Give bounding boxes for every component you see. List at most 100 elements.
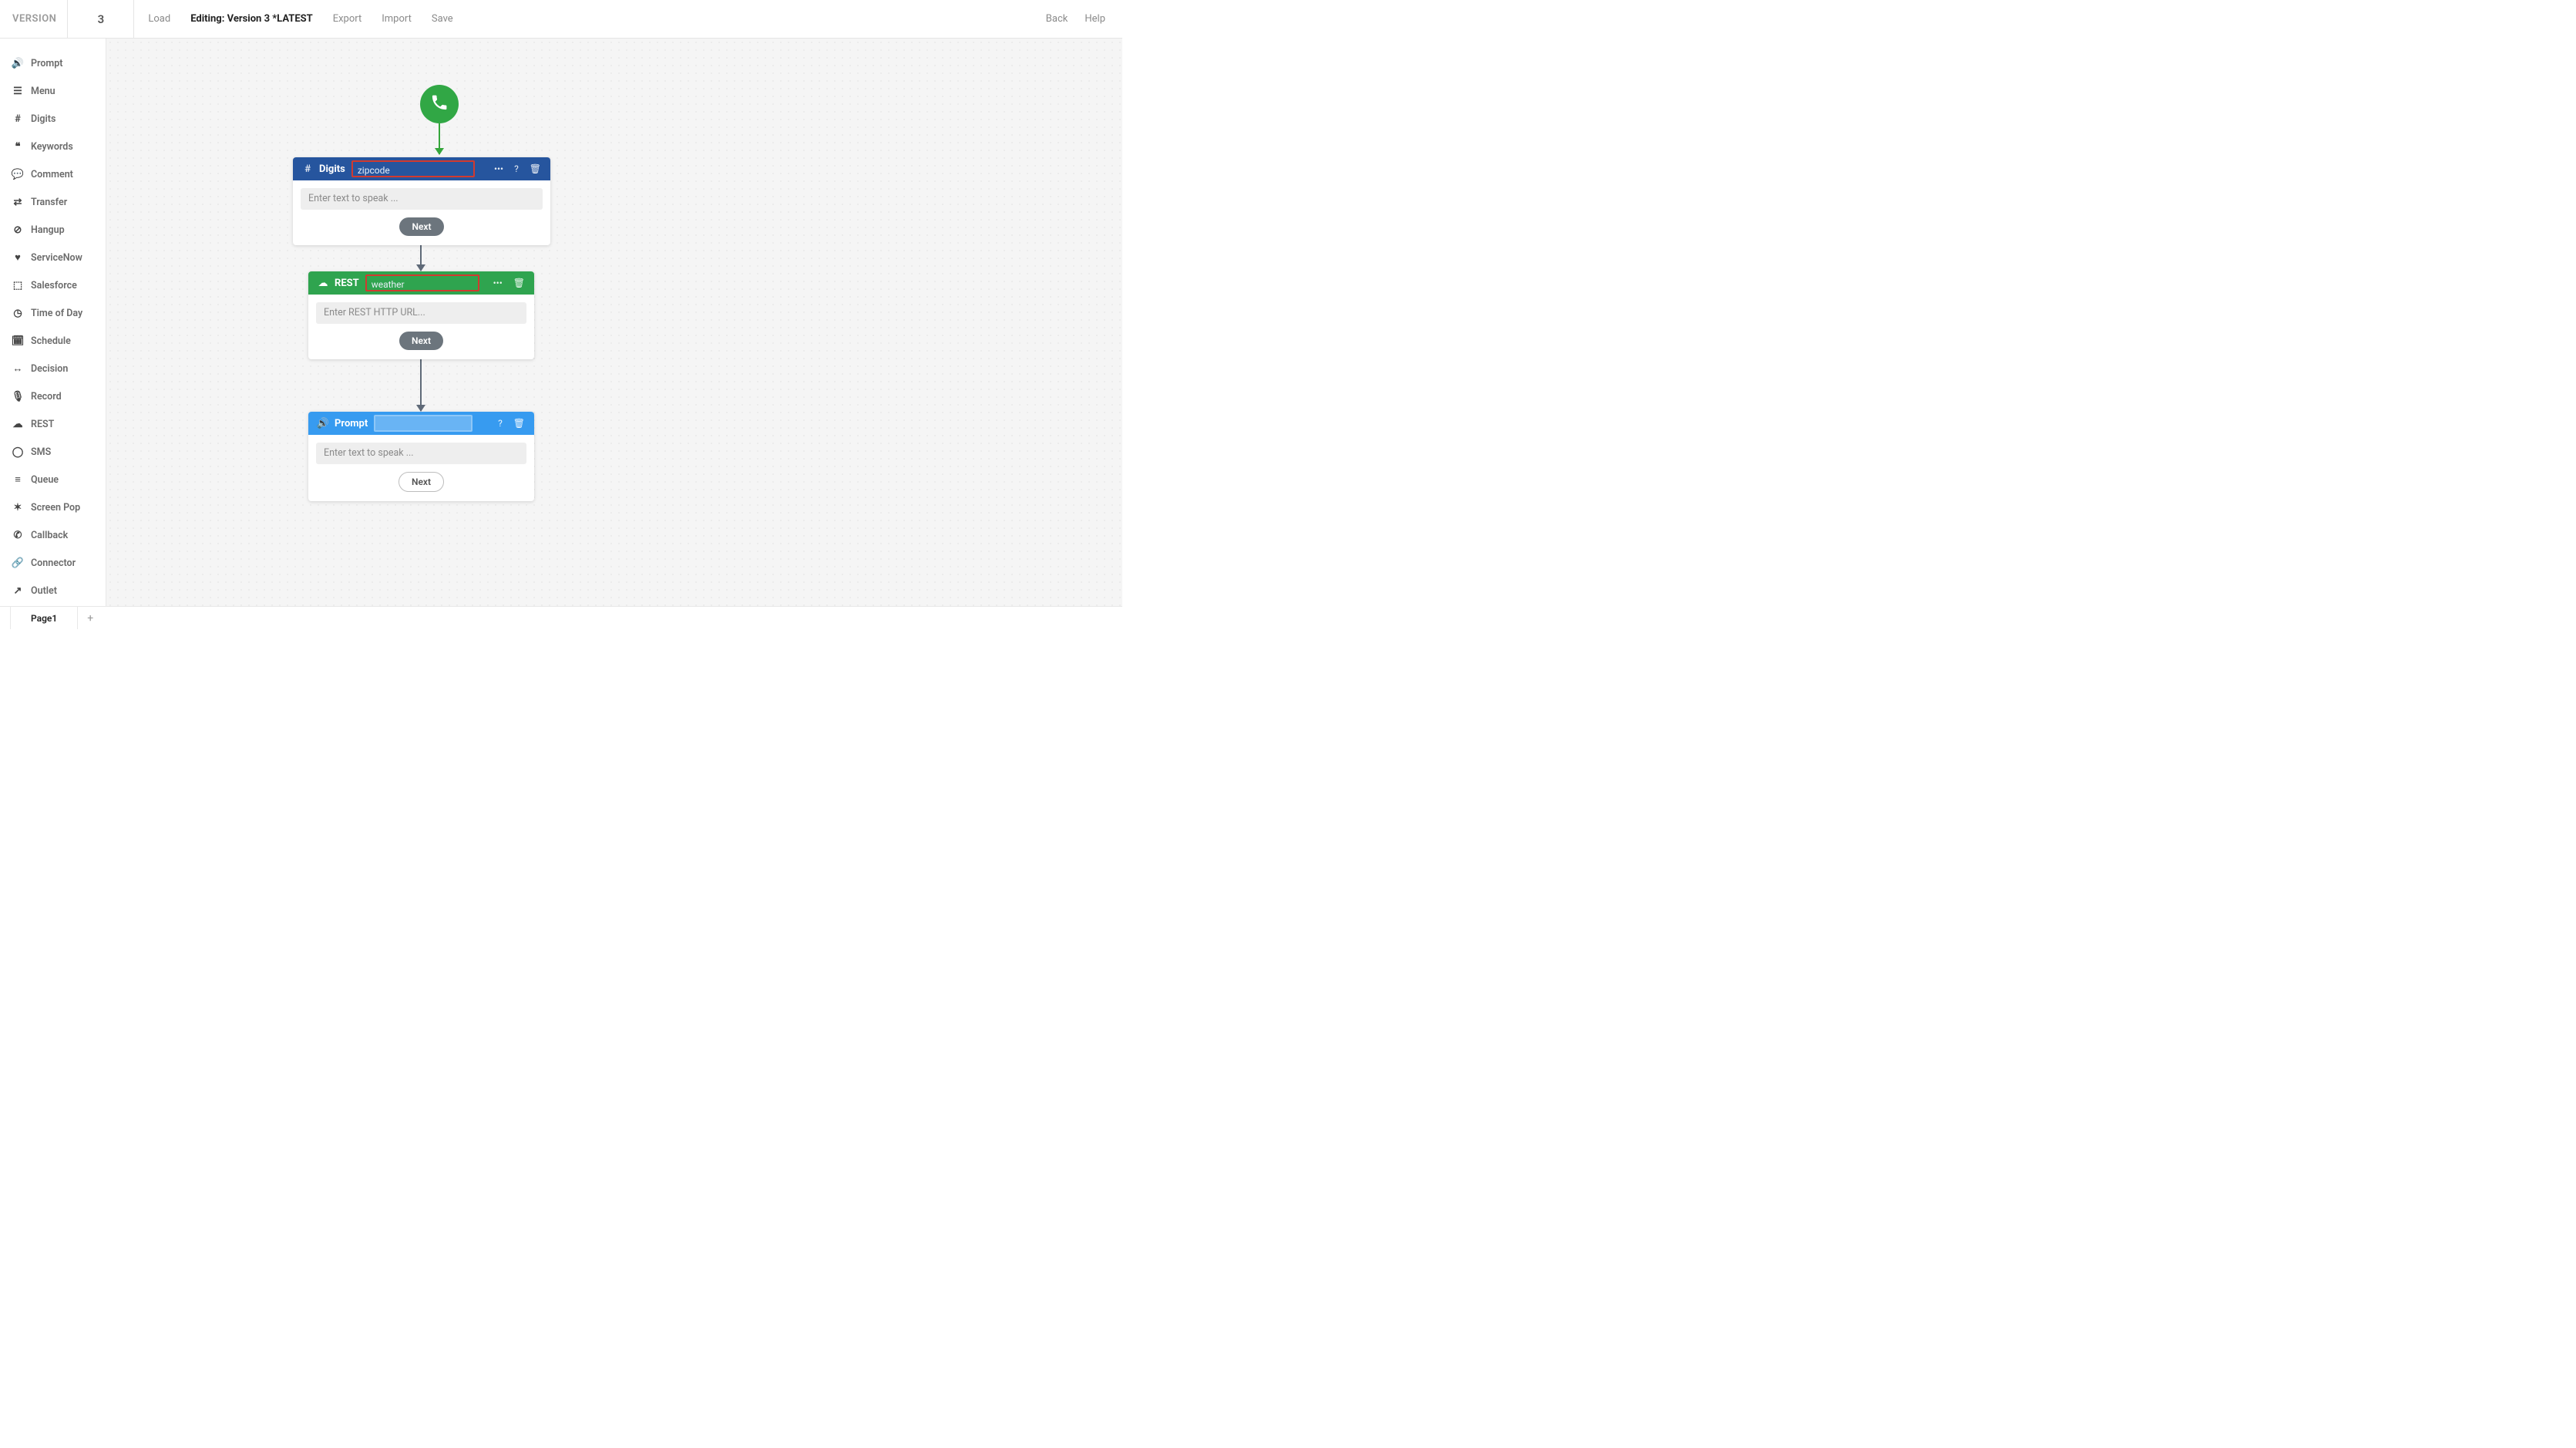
palette-item-digits[interactable]: # Digits (0, 105, 106, 133)
flow-canvas[interactable]: # Digits zipcode ••• ? 🗑 Enter text to s… (106, 39, 1122, 606)
digits-icon: # (11, 113, 25, 125)
palette-item-menu[interactable]: ☰ Menu (0, 77, 106, 105)
node-prompt-name-input[interactable] (374, 415, 472, 432)
node-digits-header[interactable]: # Digits zipcode ••• ? 🗑 (293, 157, 550, 180)
palette-item-screen-pop[interactable]: ✶ Screen Pop (0, 493, 106, 521)
screen-pop-icon: ✶ (11, 502, 25, 514)
node-digits-body: Enter text to speak ... Next (293, 180, 550, 245)
palette-item-schedule[interactable]: 🗓 Schedule (0, 327, 106, 355)
more-icon[interactable]: ••• (493, 278, 503, 288)
trash-icon[interactable]: 🗑 (513, 278, 525, 288)
palette-item-comment[interactable]: 💬 Comment (0, 160, 106, 188)
node-digits-actions: ••• ? 🗑 (494, 163, 550, 174)
palette-item-label: Decision (31, 363, 68, 375)
palette-item-salesforce[interactable]: ⬚Salesforce (0, 271, 106, 299)
palette-item-label: Connector (31, 557, 76, 569)
node-prompt[interactable]: 🔊 Prompt ? 🗑 Enter text to speak ... Nex… (308, 412, 534, 501)
help-button[interactable]: Help (1085, 13, 1105, 25)
node-prompt-header[interactable]: 🔊 Prompt ? 🗑 (308, 412, 534, 435)
version-number[interactable]: 3 (67, 0, 133, 38)
trash-icon[interactable]: 🗑 (513, 418, 525, 429)
back-button[interactable]: Back (1046, 13, 1068, 25)
palette-item-servicenow[interactable]: ♥ServiceNow (0, 244, 106, 271)
editing-label: Editing: Version 3 *LATEST (190, 13, 313, 25)
transfer-icon: ⇄ (11, 197, 25, 208)
node-rest-header[interactable]: ☁ REST weather ••• 🗑 (308, 271, 534, 295)
version-label: VERSION (12, 13, 67, 25)
palette-item-hangup[interactable]: ⊘Hangup (0, 216, 106, 244)
add-page-button[interactable]: + (78, 612, 103, 625)
hashtag-icon: # (301, 163, 314, 175)
node-prompt-next-button[interactable]: Next (399, 472, 444, 492)
palette-sidebar: 🔊 Prompt ☰ Menu # Digits ❝Keywords 💬 Comment ⇄ Tra… (0, 39, 106, 606)
page-tab-1[interactable]: Page1 (11, 607, 78, 629)
connector-start-digits (439, 123, 440, 154)
palette-item-time-of-day[interactable]: ◷Time of Day (0, 299, 106, 327)
schedule-icon: 🗓 (11, 335, 25, 347)
palette-item-label: Callback (31, 530, 68, 541)
palette-item-label: Menu (31, 86, 55, 97)
node-rest-next-button[interactable]: Next (399, 332, 443, 350)
palette-item-callback[interactable]: ✆Callback (0, 521, 106, 549)
palette-item-label: REST (31, 419, 54, 430)
palette-item-label: Outlet (31, 585, 57, 597)
palette-item-decision[interactable]: ↔ Decision (0, 355, 106, 382)
node-prompt-title: Prompt (335, 418, 368, 429)
node-rest-url-input[interactable]: Enter REST HTTP URL... (316, 302, 526, 324)
palette-item-connector[interactable]: 🔗 Connector (0, 549, 106, 577)
palette-item-rest[interactable]: ☁ REST (0, 410, 106, 438)
import-button[interactable]: Import (382, 13, 412, 25)
keywords-icon: ❝ (11, 141, 25, 153)
servicenow-icon: ♥ (11, 251, 25, 264)
help-icon[interactable]: ? (498, 418, 503, 429)
menu-icon: ☰ (11, 86, 25, 97)
phone-icon (430, 93, 449, 115)
rest-icon: ☁ (11, 419, 25, 430)
node-prompt-actions: ? 🗑 (498, 418, 534, 429)
palette-item-outlet[interactable]: ↗ Outlet (0, 577, 106, 604)
more-icon[interactable]: ••• (494, 163, 503, 174)
palette-item-label: Schedule (31, 335, 71, 347)
node-digits[interactable]: # Digits zipcode ••• ? 🗑 Enter text to s… (293, 157, 550, 245)
export-button[interactable]: Export (333, 13, 362, 25)
trash-icon[interactable]: 🗑 (530, 163, 541, 174)
save-button[interactable]: Save (432, 13, 453, 25)
palette-item-record[interactable]: 🎙Record (0, 382, 106, 410)
node-rest[interactable]: ☁ REST weather ••• 🗑 Enter REST HTTP URL… (308, 271, 534, 359)
comment-icon: 💬 (11, 169, 25, 180)
node-rest-name-input[interactable]: weather (365, 274, 479, 291)
palette-item-label: Digits (31, 113, 55, 125)
connector-icon: 🔗 (11, 557, 25, 569)
node-digits-title: Digits (319, 163, 345, 175)
palette-item-label: Screen Pop (31, 502, 80, 514)
outlet-icon: ↗ (11, 585, 25, 597)
node-digits-next-button[interactable]: Next (399, 217, 443, 236)
help-icon[interactable]: ? (514, 163, 519, 174)
bottom-spacer (0, 607, 11, 629)
prompt-icon: 🔊 (11, 58, 25, 69)
hangup-icon: ⊘ (11, 224, 25, 236)
palette-item-prompt[interactable]: 🔊 Prompt (0, 49, 106, 77)
palette-item-label: Comment (31, 169, 73, 180)
palette-item-label: Prompt (31, 58, 63, 69)
time-of-day-icon: ◷ (11, 308, 25, 319)
palette-item-sms[interactable]: ◯SMS (0, 438, 106, 466)
palette-item-transfer[interactable]: ⇄ Transfer (0, 188, 106, 216)
queue-icon: ≡ (11, 473, 25, 486)
salesforce-icon: ⬚ (11, 280, 25, 291)
version-block: VERSION 3 (0, 0, 134, 38)
node-digits-text-input[interactable]: Enter text to speak ... (301, 188, 543, 210)
top-bar-actions: Load Editing: Version 3 *LATEST Export I… (134, 0, 452, 38)
palette-item-keywords[interactable]: ❝Keywords (0, 133, 106, 160)
node-digits-name-input[interactable]: zipcode (351, 160, 475, 177)
node-rest-body: Enter REST HTTP URL... Next (308, 295, 534, 359)
start-node[interactable] (420, 85, 459, 123)
decision-icon: ↔ (11, 362, 25, 375)
node-prompt-text-input[interactable]: Enter text to speak ... (316, 443, 526, 464)
palette-item-label: Transfer (31, 197, 67, 208)
top-bar: VERSION 3 Load Editing: Version 3 *LATES… (0, 0, 1122, 39)
connector-rest-prompt (420, 355, 422, 411)
palette-item-queue[interactable]: ≡Queue (0, 466, 106, 493)
node-rest-title: REST (335, 278, 359, 289)
load-button[interactable]: Load (148, 13, 170, 25)
